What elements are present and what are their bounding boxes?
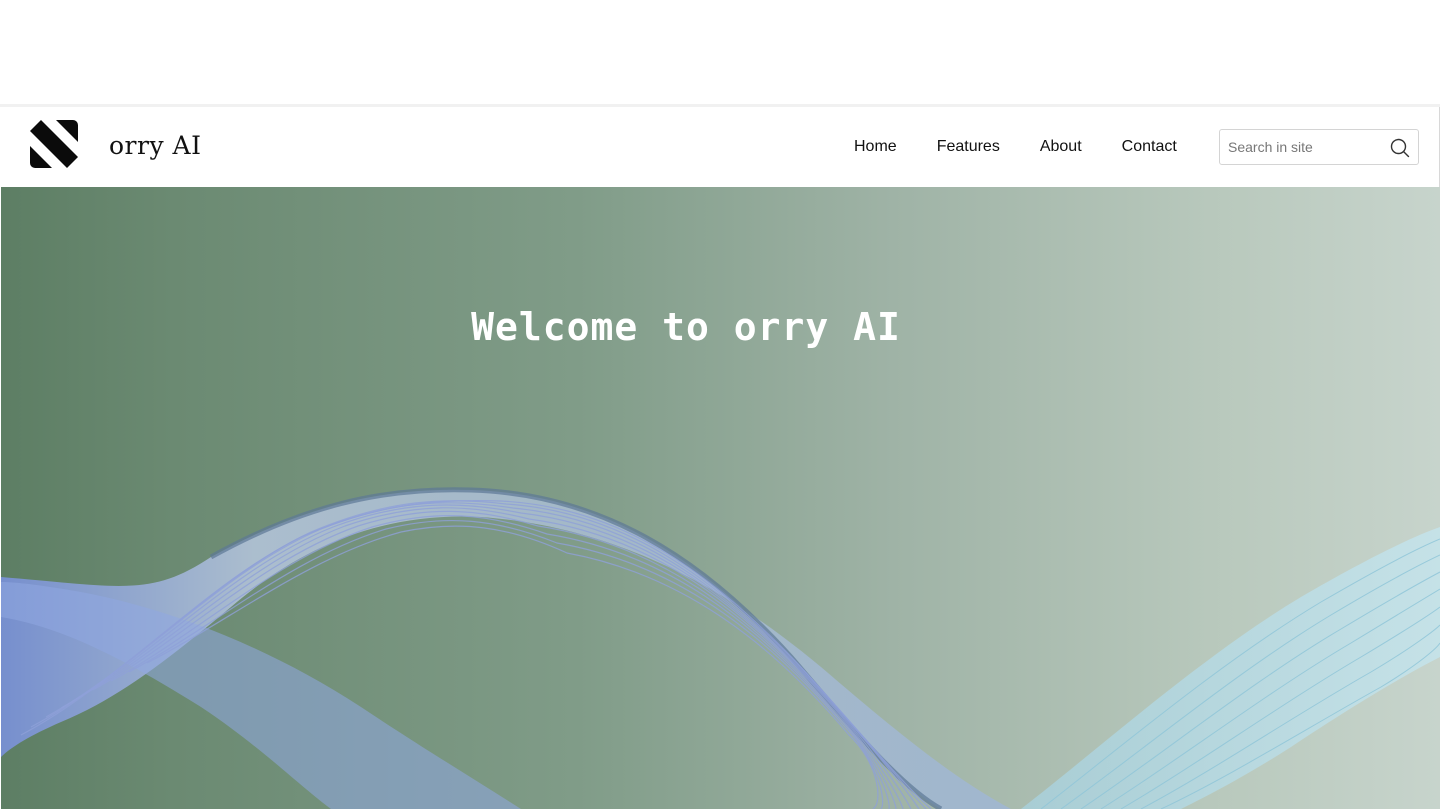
nav-item-features[interactable]: Features [917, 139, 1020, 155]
hero-title: Welcome to orry AI [471, 305, 901, 350]
search-input[interactable] [1220, 130, 1380, 164]
site-search [1219, 129, 1419, 165]
hero-section: Welcome to orry AI [1, 187, 1440, 809]
nav-item-home[interactable]: Home [834, 139, 917, 155]
brand-name[interactable]: orry AI [109, 133, 201, 158]
nav-item-about[interactable]: About [1020, 139, 1102, 155]
brand-logo-icon[interactable] [30, 120, 78, 168]
main-nav: Home Features About Contact [834, 107, 1197, 187]
nav-item-contact[interactable]: Contact [1102, 139, 1197, 155]
top-blank-area [0, 0, 1440, 104]
site-header: orry AI Home Features About Contact [0, 104, 1440, 190]
page: orry AI Home Features About Contact Sear… [0, 0, 1440, 809]
hero-wave-graphic [1, 487, 1440, 809]
search-icon[interactable] [1390, 138, 1410, 158]
